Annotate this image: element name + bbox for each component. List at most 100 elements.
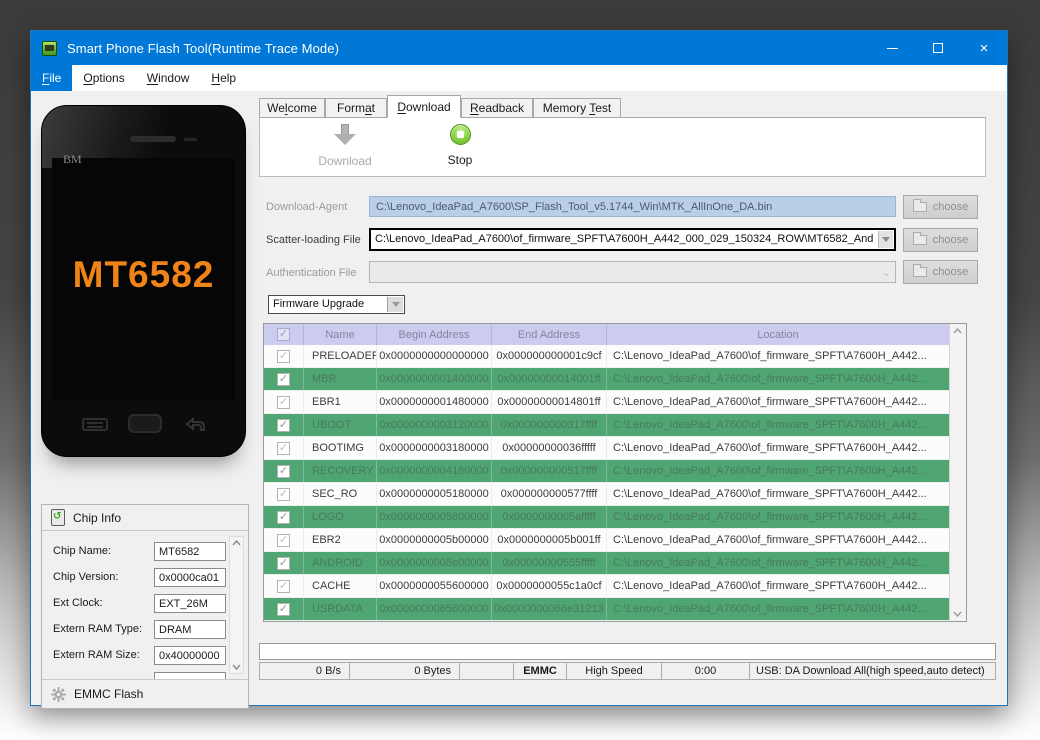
select-all-checkbox[interactable]: ✓ [277,328,290,341]
table-scrollbar[interactable] [949,324,966,621]
folder-icon [912,232,927,245]
table-row[interactable]: ✓ USRDATA 0x0000000065600000 0x000000006… [264,598,949,621]
cell-name: SEC_RO [304,483,377,505]
row-checkbox[interactable]: ✓ [277,464,290,478]
scatter-file-choose-button[interactable]: choose [903,228,978,252]
status-usb-mode: High Speed [567,663,662,679]
cell-name: EBR1 [304,391,377,413]
flash-mode-select[interactable]: Firmware Upgrade [268,295,405,314]
mode-dropdown-icon[interactable] [387,297,403,312]
cell-location: C:\Lenovo_IdeaPad_A7600\of_firmware_SPFT… [613,465,927,477]
row-checkbox[interactable]: ✓ [277,579,290,593]
chip-version-field[interactable]: 0x0000ca01 [154,568,226,587]
scroll-up-icon[interactable] [232,540,241,546]
chip-info-scrollbar[interactable] [229,536,244,674]
menu-help[interactable]: Help [200,65,247,91]
minimize-button[interactable] [869,31,915,65]
ram-type-field[interactable]: DRAM [154,620,226,639]
table-row[interactable]: ✓ BOOTIMG 0x0000000003180000 0x000000000… [264,437,949,460]
column-end-address[interactable]: End Address [492,324,607,345]
row-checkbox[interactable]: ✓ [277,556,290,570]
menu-options[interactable]: Options [72,65,135,91]
cell-location: C:\Lenovo_IdeaPad_A7600\of_firmware_SPFT… [613,350,927,362]
download-arrow-icon [334,124,356,146]
scroll-down-icon[interactable] [232,664,241,670]
auth-file-label: Authentication File [266,267,357,279]
table-row[interactable]: ✓ SEC_RO 0x0000000005180000 0x0000000005… [264,483,949,506]
cell-end-address: 0x000000000577ffff [492,483,607,505]
tab-welcome[interactable]: Welcome [259,98,325,118]
table-row[interactable]: ✓ ANDROID 0x0000000008e00000 0x000000005… [264,552,949,575]
tab-download[interactable]: Download [387,95,461,118]
row-checkbox[interactable]: ✓ [277,533,290,547]
table-row[interactable]: ✓ UBOOT 0x0000000003120000 0x00000000031… [264,414,949,437]
download-agent-choose-button[interactable]: choose [903,195,978,219]
scatter-file-label: Scatter-loading File [266,234,361,246]
close-button[interactable]: × [961,31,1007,65]
row-checkbox[interactable]: ✓ [277,510,290,524]
table-row[interactable]: ✓ EBR2 0x0000000005b00000 0x0000000005b0… [264,529,949,552]
chip-version-label: Chip Version: [53,571,119,583]
column-begin-address[interactable]: Begin Address [377,324,492,345]
ext-clock-field[interactable]: EXT_26M [154,594,226,613]
scroll-up-icon[interactable] [953,328,962,334]
row-checkbox[interactable]: ✓ [277,349,290,363]
cell-location: C:\Lenovo_IdeaPad_A7600\of_firmware_SPFT… [613,603,927,615]
gear-icon [51,686,66,702]
row-checkbox[interactable]: ✓ [277,418,290,432]
chip-name-field[interactable]: MT6582 [154,542,226,561]
menu-file[interactable]: File [31,65,73,91]
cell-name: EBR2 [304,529,377,551]
scatter-file-combo[interactable]: C:\Lenovo_IdeaPad_A7600\of_firmware_SPFT… [369,228,896,251]
phone-softkeys [42,412,245,438]
table-row[interactable]: ✓ EBR1 0x0000000001480000 0x000000000148… [264,391,949,414]
table-row[interactable]: ✓ PRELOADER 0x0000000000000000 0x0000000… [264,345,949,368]
cell-name: BOOTIMG [304,437,377,459]
title-bar[interactable]: Smart Phone Flash Tool(Runtime Trace Mod… [31,31,1007,65]
cell-name: PRELOADER [304,345,377,367]
row-checkbox[interactable]: ✓ [277,372,290,386]
chip-info-title: Chip Info [73,510,122,525]
cell-end-address: 0x000000000517ffff [492,460,607,482]
auth-file-choose-button[interactable]: choose [903,260,978,284]
column-name[interactable]: Name [304,324,377,345]
stop-button[interactable]: Stop [415,122,505,172]
row-checkbox[interactable]: ✓ [277,395,290,409]
cell-begin-address: 0x0000000003120000 [377,414,492,436]
tab-readback[interactable]: Readback [461,98,533,118]
home-softkey-icon [128,414,162,433]
progress-bar [259,643,996,660]
table-row[interactable]: ✓ MBR 0x0000000001400000 0x0000000001400… [264,368,949,391]
row-checkbox[interactable]: ✓ [277,441,290,455]
table-row[interactable]: ✓ LOGO 0x0000000005800000 0x0000000005af… [264,506,949,529]
status-time: 0:00 [662,663,750,679]
ram-type-label: Extern RAM Type: [53,623,143,635]
download-agent-field[interactable]: C:\Lenovo_IdeaPad_A7600\SP_Flash_Tool_v5… [369,196,896,217]
cell-location: C:\Lenovo_IdeaPad_A7600\of_firmware_SPFT… [613,580,927,592]
ram-size-field[interactable]: 0x40000000 [154,646,226,665]
phone-screen: BM MT6582 [52,152,235,400]
chip-info-icon [51,509,65,526]
emmc-flash-label: EMMC Flash [74,687,144,701]
partition-table-rows: ✓ PRELOADER 0x0000000000000000 0x0000000… [264,345,949,621]
cell-begin-address: 0x0000000004180000 [377,460,492,482]
select-all-cell[interactable]: ✓ [264,324,304,345]
menu-window[interactable]: Window [136,65,201,91]
cell-name: RECOVERY [304,460,377,482]
download-button[interactable]: Download [300,122,390,172]
tab-format[interactable]: Format [325,98,387,118]
table-row[interactable]: ✓ RECOVERY 0x0000000004180000 0x00000000… [264,460,949,483]
auth-dropdown-icon[interactable]: ⌄ [879,263,894,281]
tab-memory-test[interactable]: Memory Test [533,98,621,118]
row-checkbox[interactable]: ✓ [277,602,290,616]
maximize-button[interactable] [915,31,961,65]
scatter-dropdown-icon[interactable] [878,231,893,248]
auth-file-combo[interactable]: ⌄ [369,261,896,283]
column-location[interactable]: Location [607,324,949,345]
table-row[interactable]: ✓ CACHE 0x0000000055600000 0x0000000055c… [264,575,949,598]
cell-begin-address: 0x0000000001480000 [377,391,492,413]
cell-name: ANDROID [304,552,377,574]
scroll-down-icon[interactable] [953,611,962,617]
back-softkey-icon [181,416,207,433]
row-checkbox[interactable]: ✓ [277,487,290,501]
